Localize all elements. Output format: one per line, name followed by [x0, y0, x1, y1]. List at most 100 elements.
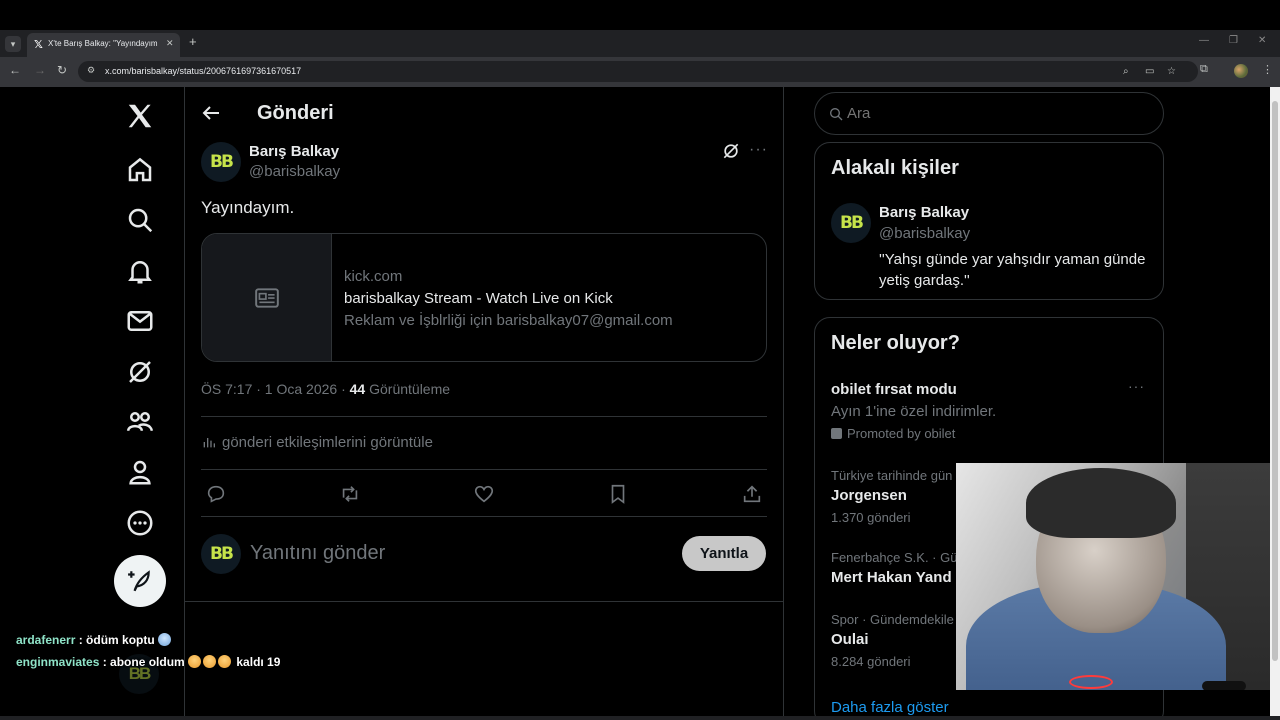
divider: [201, 469, 767, 470]
post-text: Yayındayım.: [201, 198, 295, 217]
back-arrow-icon[interactable]: [199, 101, 223, 125]
restore-icon[interactable]: ❐: [1229, 35, 1238, 46]
reply-icon[interactable]: [205, 483, 227, 505]
bottom-strip: [0, 716, 1280, 720]
divider: [185, 601, 783, 602]
trend-name[interactable]: Oulai: [831, 631, 869, 648]
view-engagements-link[interactable]: gönderi etkileşimlerini görüntüle: [201, 434, 433, 451]
feather-plus-icon: [128, 570, 150, 592]
like-heart-icon[interactable]: [473, 483, 495, 505]
forward-icon[interactable]: →: [34, 63, 46, 77]
chat-text: : abone oldum: [99, 655, 189, 669]
bookmark-icon[interactable]: [607, 483, 629, 505]
related-handle[interactable]: @barisbalkay: [879, 225, 970, 242]
search-box[interactable]: [814, 92, 1164, 135]
messages-envelope-icon[interactable]: [125, 306, 155, 336]
trend-name[interactable]: Jorgensen: [831, 487, 907, 504]
grok-icon[interactable]: [721, 141, 741, 161]
chat-text: : ödüm koptu: [75, 633, 159, 647]
tab-search-dropdown-icon[interactable]: ▾: [5, 36, 21, 52]
grok-icon[interactable]: [125, 357, 155, 387]
divider: [201, 416, 767, 417]
analytics-icon: [203, 438, 215, 448]
reload-icon[interactable]: ↻: [57, 63, 67, 77]
search-icon[interactable]: [125, 205, 155, 235]
author-name[interactable]: Barış Balkay: [249, 143, 339, 160]
trend-name[interactable]: obilet fırsat modu: [831, 381, 957, 398]
menu-kebab-icon[interactable]: ⋮: [1262, 63, 1273, 76]
post-time[interactable]: ÖS 7:17 · 1 Oca 2026 ·: [201, 381, 350, 397]
back-icon[interactable]: ←: [9, 63, 21, 77]
compose-post-button[interactable]: [114, 555, 166, 607]
related-people-panel: Alakalı kişiler BB Barış Balkay @barisba…: [814, 142, 1164, 300]
card-description: Reklam ve İşblrliği için barisbalkay07@g…: [344, 312, 673, 329]
home-icon[interactable]: [125, 155, 155, 185]
avatar-text: BB: [210, 544, 234, 564]
chat-username: ardafenerr: [16, 633, 76, 647]
left-navigation: [0, 87, 184, 720]
tab-close-icon[interactable]: ✕: [166, 38, 174, 49]
trend-count: 8.284 gönderi: [831, 654, 911, 669]
show-more-link[interactable]: Daha fazla göster: [831, 699, 949, 716]
link-card[interactable]: kick.com barisbalkay Stream - Watch Live…: [201, 233, 767, 362]
webcam-phone: [1202, 681, 1246, 690]
x-logo-icon: 𝕏: [34, 39, 43, 51]
minimize-icon[interactable]: —: [1199, 35, 1209, 46]
repost-icon[interactable]: [339, 483, 361, 505]
reply-input[interactable]: Yanıtını gönder: [250, 542, 385, 565]
notifications-bell-icon[interactable]: [125, 256, 155, 286]
reply-button[interactable]: Yanıtla: [682, 536, 766, 571]
trends-title: Neler oluyor?: [831, 332, 960, 354]
trend-subtitle: Ayın 1'ine özel indirimler.: [831, 403, 997, 420]
chat-tail: kaldı 19: [233, 655, 281, 669]
card-thumbnail: [202, 234, 332, 361]
trend-name[interactable]: Mert Hakan Yand: [831, 569, 952, 586]
window-close-icon[interactable]: ✕: [1258, 35, 1266, 46]
screen-top-band: [0, 0, 1280, 30]
views-label: Görüntüleme: [365, 381, 451, 397]
author-avatar[interactable]: BB: [201, 142, 241, 182]
view-count: 44: [349, 381, 366, 397]
address-bar[interactable]: ⚙ x.com/barisbalkay/status/2006761697361…: [78, 61, 1198, 82]
post-metadata: ÖS 7:17 · 1 Oca 2026 · 44 Görüntüleme: [201, 381, 450, 397]
emoji-icon: [218, 655, 232, 668]
new-tab-icon[interactable]: +: [189, 34, 197, 49]
profile-icon[interactable]: [125, 457, 155, 487]
promoted-label: Promoted by obilet: [831, 426, 955, 441]
more-options-icon[interactable]: ···: [749, 141, 768, 159]
search-input[interactable]: [847, 105, 1127, 122]
profile-avatar[interactable]: [1234, 64, 1248, 78]
tab-title: X'te Barış Balkay: "Yayındayım.": [48, 39, 158, 48]
article-icon: [255, 288, 279, 308]
trend-more-icon[interactable]: ···: [1128, 378, 1145, 394]
extensions-icon[interactable]: ⧉: [1200, 63, 1208, 76]
chat-message: ardafenerr : ödüm koptu: [16, 633, 173, 647]
author-handle[interactable]: @barisbalkay: [249, 163, 340, 180]
bookmark-star-icon[interactable]: ☆: [1167, 66, 1176, 77]
scrollbar-thumb[interactable]: [1272, 101, 1278, 661]
avatar-text: BB: [840, 213, 864, 233]
promoted-icon: [831, 428, 842, 439]
avatar-text: BB: [210, 152, 234, 172]
chat-message: enginmaviates : abone oldum kaldı 19: [16, 655, 280, 669]
webcam-headphones: [1026, 468, 1176, 538]
active-tab[interactable]: 𝕏 X'te Barış Balkay: "Yayındayım." ✕: [27, 33, 180, 57]
related-name[interactable]: Barış Balkay: [879, 204, 969, 221]
reply-avatar: BB: [201, 534, 241, 574]
share-icon[interactable]: [741, 483, 763, 505]
page-scrollbar[interactable]: [1270, 87, 1280, 716]
cast-icon[interactable]: ▭: [1145, 66, 1154, 77]
card-domain: kick.com: [344, 268, 403, 285]
trend-category: Türkiye tarihinde gün: [831, 468, 953, 483]
zoom-icon[interactable]: ⌕: [1123, 66, 1129, 77]
webcam-overlay: [956, 463, 1276, 690]
communities-icon[interactable]: [125, 407, 155, 437]
related-avatar[interactable]: BB: [831, 203, 871, 243]
more-circle-icon[interactable]: [125, 508, 155, 538]
site-info-icon[interactable]: ⚙: [87, 65, 95, 76]
url-text[interactable]: x.com/barisbalkay/status/200676169736167…: [105, 66, 301, 76]
x-logo-icon[interactable]: [125, 101, 155, 131]
related-title: Alakalı kişiler: [831, 157, 959, 179]
engagements-label: gönderi etkileşimlerini görüntüle: [222, 434, 433, 451]
related-bio: ''Yahşı günde yar yahşıdır yaman günde y…: [879, 251, 1146, 289]
